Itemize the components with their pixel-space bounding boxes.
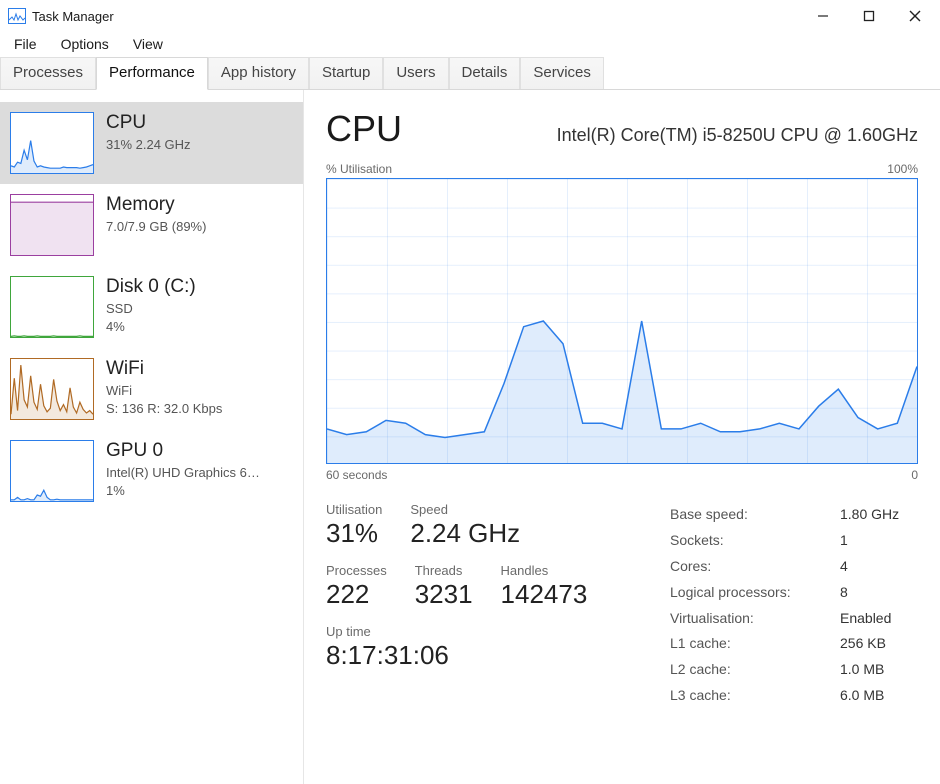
sidebar-thumb [10,276,94,338]
sidebar-item-gpu-0[interactable]: GPU 0 Intel(R) UHD Graphics 6… 1% [0,430,303,512]
sidebar-thumb [10,358,94,420]
stat-key: Sockets: [670,528,840,554]
stat-value: 8 [840,580,848,606]
primary-stats: Utilisation 31% Speed 2.24 GHz Processes… [326,502,626,709]
stat-value: Enabled [840,606,891,632]
app-icon [8,8,26,24]
stat-value: 6.0 MB [840,683,884,709]
stat-value: 1.80 GHz [840,502,899,528]
stat-row: Cores:4 [670,554,918,580]
stat-row: Sockets:1 [670,528,918,554]
secondary-stats: Base speed:1.80 GHzSockets:1Cores:4Logic… [670,502,918,709]
uptime-value: 8:17:31:06 [326,641,449,671]
cpu-chart [326,178,918,464]
chart-ylabel: % Utilisation [326,162,392,176]
stat-row: Virtualisation:Enabled [670,606,918,632]
stat-row: Base speed:1.80 GHz [670,502,918,528]
title-bar: Task Manager [0,0,940,32]
sidebar-item-title: Memory [106,194,206,216]
menu-options[interactable]: Options [51,34,119,54]
sidebar-item-title: CPU [106,112,191,134]
handles-label: Handles [501,563,588,578]
stat-key: Virtualisation: [670,606,840,632]
sidebar-item-title: Disk 0 (C:) [106,276,196,298]
sidebar-item-line1: WiFi [106,382,222,400]
sidebar-item-line1: SSD [106,300,196,318]
sidebar-thumb [10,112,94,174]
processes-label: Processes [326,563,387,578]
menu-view[interactable]: View [123,34,173,54]
tab-strip: Processes Performance App history Startu… [0,56,940,90]
stat-key: Logical processors: [670,580,840,606]
stat-row: L3 cache:6.0 MB [670,683,918,709]
tab-details[interactable]: Details [449,57,521,89]
app-title: Task Manager [32,9,114,24]
minimize-button[interactable] [800,1,846,31]
menu-file[interactable]: File [4,34,47,54]
sidebar-item-line1: 31% 2.24 GHz [106,136,191,154]
maximize-button[interactable] [846,1,892,31]
sidebar-thumb [10,194,94,256]
threads-label: Threads [415,563,473,578]
sidebar-item-wifi[interactable]: WiFi WiFi S: 136 R: 32.0 Kbps [0,348,303,430]
tab-performance[interactable]: Performance [96,57,208,90]
sidebar-item-disk-0-c-[interactable]: Disk 0 (C:) SSD 4% [0,266,303,348]
close-button[interactable] [892,1,938,31]
speed-value: 2.24 GHz [410,519,520,549]
stat-row: Logical processors:8 [670,580,918,606]
speed-label: Speed [410,502,520,517]
handles-value: 142473 [501,580,588,610]
tab-processes[interactable]: Processes [0,57,96,89]
stat-key: Cores: [670,554,840,580]
stat-value: 1.0 MB [840,657,884,683]
menu-bar: File Options View [0,32,940,56]
stat-value: 256 KB [840,631,886,657]
processes-value: 222 [326,580,387,610]
stat-value: 4 [840,554,848,580]
perf-sidebar: CPU 31% 2.24 GHz Memory 7.0/7.9 GB (89%)… [0,90,304,784]
sidebar-item-line1: 7.0/7.9 GB (89%) [106,218,206,236]
sidebar-item-title: WiFi [106,358,222,380]
hardware-name: Intel(R) Core(TM) i5-8250U CPU @ 1.60GHz [557,125,918,146]
threads-value: 3231 [415,580,473,610]
stat-key: L2 cache: [670,657,840,683]
chart-ymax: 100% [887,162,918,176]
sidebar-item-title: GPU 0 [106,440,260,462]
stat-key: L1 cache: [670,631,840,657]
stat-row: L2 cache:1.0 MB [670,657,918,683]
utilisation-value: 31% [326,519,382,549]
chart-xmin: 0 [911,468,918,482]
sidebar-item-line1: Intel(R) UHD Graphics 6… [106,464,260,482]
sidebar-thumb [10,440,94,502]
perf-main: CPU Intel(R) Core(TM) i5-8250U CPU @ 1.6… [304,90,940,784]
sidebar-item-line2: S: 136 R: 32.0 Kbps [106,400,222,418]
utilisation-label: Utilisation [326,502,382,517]
sidebar-item-cpu[interactable]: CPU 31% 2.24 GHz [0,102,303,184]
stat-value: 1 [840,528,848,554]
sidebar-item-line2: 1% [106,482,260,500]
page-title: CPU [326,108,402,150]
stat-key: L3 cache: [670,683,840,709]
sidebar-item-memory[interactable]: Memory 7.0/7.9 GB (89%) [0,184,303,266]
tab-services[interactable]: Services [520,57,604,89]
stat-row: L1 cache:256 KB [670,631,918,657]
tab-startup[interactable]: Startup [309,57,383,89]
tab-users[interactable]: Users [383,57,448,89]
sidebar-item-line2: 4% [106,318,196,336]
stat-key: Base speed: [670,502,840,528]
tab-app-history[interactable]: App history [208,57,309,89]
uptime-label: Up time [326,624,449,639]
chart-xmax: 60 seconds [326,468,387,482]
